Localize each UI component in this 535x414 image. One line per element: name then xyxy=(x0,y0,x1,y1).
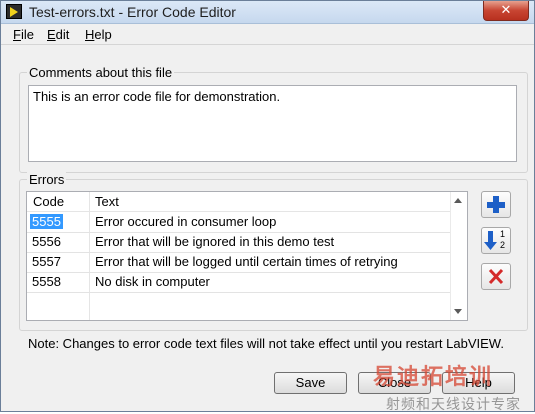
watermark-subtitle: 射频和天线设计专家 xyxy=(386,396,521,412)
save-button[interactable]: Save xyxy=(274,372,347,394)
table-row[interactable]: 5556 Error that will be ignored in this … xyxy=(27,232,451,253)
window-title: Test-errors.txt - Error Code Editor xyxy=(29,4,236,20)
add-error-button[interactable] xyxy=(481,191,511,218)
cell-text[interactable]: No disk in computer xyxy=(95,274,210,289)
errors-group-label: Errors xyxy=(27,172,67,187)
error-code-editor-window: Test-errors.txt - Error Code Editor ✕ Fi… xyxy=(0,0,535,412)
cell-text[interactable]: Error that will be logged until certain … xyxy=(95,254,398,269)
delete-x-icon xyxy=(488,268,504,285)
plus-icon xyxy=(487,196,505,213)
sort-errors-button[interactable]: 1 2 xyxy=(481,227,511,254)
delete-error-button[interactable] xyxy=(481,263,511,290)
table-row-empty[interactable] xyxy=(27,292,451,312)
comments-group-label: Comments about this file xyxy=(27,65,175,80)
labview-app-icon xyxy=(6,4,22,19)
sort-digit-top: 1 xyxy=(500,229,506,239)
title-bar[interactable]: Test-errors.txt - Error Code Editor ✕ xyxy=(1,1,534,24)
table-row[interactable]: 5557 Error that will be logged until cer… xyxy=(27,252,451,273)
sort-digit-bottom: 2 xyxy=(500,240,506,250)
cell-code[interactable]: 5558 xyxy=(30,274,63,289)
scroll-down-arrow-icon[interactable] xyxy=(454,309,462,314)
cell-text[interactable]: Error that will be ignored in this demo … xyxy=(95,234,334,249)
table-row[interactable]: 5558 No disk in computer xyxy=(27,272,451,293)
cell-code[interactable]: 5555 xyxy=(30,214,63,229)
table-row[interactable]: 5555 Error occured in consumer loop xyxy=(27,212,451,233)
comments-textarea[interactable]: This is an error code file for demonstra… xyxy=(28,85,517,162)
menu-bar: File Edit Help xyxy=(1,24,534,44)
cell-code[interactable]: 5557 xyxy=(30,254,63,269)
menu-file[interactable]: File xyxy=(13,27,34,42)
sort-ascending-icon xyxy=(484,231,497,250)
column-header-code[interactable]: Code xyxy=(33,194,64,209)
column-header-text[interactable]: Text xyxy=(95,194,119,209)
window-close-button[interactable]: ✕ xyxy=(483,1,529,21)
errors-table-scrollbar[interactable] xyxy=(450,192,467,320)
menu-separator xyxy=(1,44,534,45)
menu-help[interactable]: Help xyxy=(85,27,112,42)
watermark-brand: 易迪拓培训 xyxy=(373,364,494,389)
scroll-up-arrow-icon[interactable] xyxy=(454,198,462,203)
errors-table-header: Code Text xyxy=(27,192,451,212)
restart-note: Note: Changes to error code text files w… xyxy=(28,336,504,351)
cell-code[interactable]: 5556 xyxy=(30,234,63,249)
errors-table[interactable]: Code Text 5555 Error occured in consumer… xyxy=(26,191,468,321)
cell-text[interactable]: Error occured in consumer loop xyxy=(95,214,276,229)
menu-edit[interactable]: Edit xyxy=(47,27,69,42)
